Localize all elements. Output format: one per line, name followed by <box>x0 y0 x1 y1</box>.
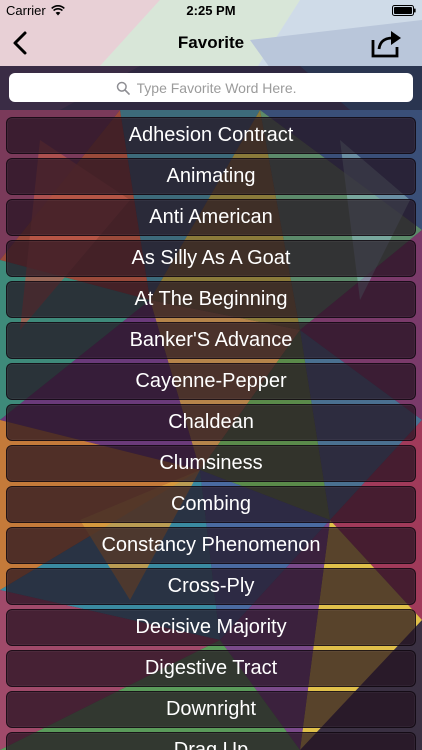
word-list-item[interactable]: Adhesion Contract <box>6 117 416 154</box>
word-list-item[interactable]: Clumsiness <box>6 445 416 482</box>
search-icon <box>116 81 130 95</box>
battery-icon <box>392 5 416 16</box>
status-time: 2:25 PM <box>186 3 236 18</box>
word-list-item[interactable]: As Silly As A Goat <box>6 240 416 277</box>
word-list-item[interactable]: Cayenne-Pepper <box>6 363 416 400</box>
share-button[interactable] <box>370 27 404 59</box>
word-list-item[interactable]: Digestive Tract <box>6 650 416 687</box>
word-list-item[interactable]: Downright <box>6 691 416 728</box>
navigation-bar: Favorite <box>0 20 422 66</box>
search-field[interactable] <box>9 73 413 102</box>
word-list-item[interactable]: Animating <box>6 158 416 195</box>
word-list-item[interactable]: At The Beginning <box>6 281 416 318</box>
word-list-item[interactable]: Drag Up <box>6 732 416 750</box>
word-list-item[interactable]: Combing <box>6 486 416 523</box>
word-list-item[interactable]: Anti American <box>6 199 416 236</box>
word-list-item[interactable]: Cross-Ply <box>6 568 416 605</box>
status-bar: Carrier 2:25 PM <box>0 0 422 22</box>
word-list-item[interactable]: Decisive Majority <box>6 609 416 646</box>
share-icon <box>371 31 401 58</box>
word-list-item[interactable]: Chaldean <box>6 404 416 441</box>
word-list-item[interactable]: Constancy Phenomenon <box>6 527 416 564</box>
favorite-word-list: Adhesion Contract Animating Anti American A… <box>0 115 422 750</box>
page-title: Favorite <box>177 33 245 52</box>
word-list-item[interactable]: Banker'S Advance <box>6 322 416 359</box>
search-input[interactable] <box>136 79 307 96</box>
search-bar <box>0 66 422 110</box>
